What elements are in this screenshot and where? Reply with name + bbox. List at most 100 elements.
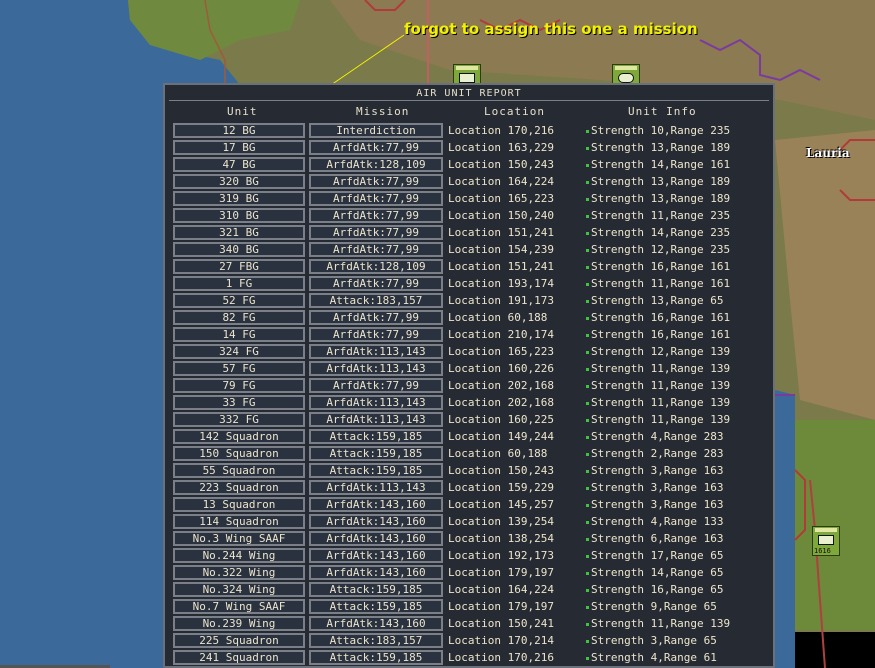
unit-button[interactable]: No.7 Wing SAAF bbox=[173, 599, 305, 614]
unit-button[interactable]: 47 BG bbox=[173, 157, 305, 172]
status-dot-icon bbox=[586, 571, 589, 575]
mission-button[interactable]: ArfdAtk:143,160 bbox=[309, 514, 443, 529]
status-dot-icon bbox=[586, 520, 589, 524]
mission-button[interactable]: ArfdAtk:113,143 bbox=[309, 395, 443, 410]
mission-button[interactable]: Attack:159,185 bbox=[309, 650, 443, 665]
mission-button[interactable]: ArfdAtk:77,99 bbox=[309, 191, 443, 206]
mission-button[interactable]: ArfdAtk:77,99 bbox=[309, 310, 443, 325]
unit-counter[interactable]: 1616 bbox=[812, 526, 840, 556]
unit-info-cell: Strength 11,Range 139 bbox=[586, 395, 766, 410]
mission-button[interactable]: ArfdAtk:113,143 bbox=[309, 361, 443, 376]
unit-button[interactable]: 324 FG bbox=[173, 344, 305, 359]
unit-button[interactable]: 150 Squadron bbox=[173, 446, 305, 461]
mission-button[interactable]: ArfdAtk:128,109 bbox=[309, 259, 443, 274]
mission-button[interactable]: ArfdAtk:143,160 bbox=[309, 565, 443, 580]
unit-button[interactable]: 332 FG bbox=[173, 412, 305, 427]
infantry-icon bbox=[818, 535, 834, 545]
mission-button[interactable]: ArfdAtk:77,99 bbox=[309, 208, 443, 223]
unit-info-cell: Strength 4,Range 283 bbox=[586, 429, 766, 444]
status-dot-icon bbox=[586, 163, 589, 167]
status-dot-icon bbox=[586, 282, 589, 286]
mission-button[interactable]: Attack:159,185 bbox=[309, 599, 443, 614]
unit-button[interactable]: 55 Squadron bbox=[173, 463, 305, 478]
location-cell: Location 149,244 bbox=[448, 430, 554, 443]
unit-button[interactable]: 225 Squadron bbox=[173, 633, 305, 648]
mission-button[interactable]: ArfdAtk:113,143 bbox=[309, 412, 443, 427]
unit-info-text: Strength 4,Range 133 bbox=[591, 515, 724, 528]
unit-button[interactable]: No.3 Wing SAAF bbox=[173, 531, 305, 546]
unit-button[interactable]: 319 BG bbox=[173, 191, 305, 206]
unit-button[interactable]: 52 FG bbox=[173, 293, 305, 308]
unit-button[interactable]: 241 Squadron bbox=[173, 650, 305, 665]
unit-button[interactable]: 17 BG bbox=[173, 140, 305, 155]
location-cell: Location 165,223 bbox=[448, 345, 554, 358]
table-row: 57 FG ArfdAtk:113,143 Location 160,226 Stre… bbox=[165, 361, 773, 377]
unit-button[interactable]: 14 FG bbox=[173, 327, 305, 342]
unit-button[interactable]: 13 Squadron bbox=[173, 497, 305, 512]
unit-button[interactable]: No.324 Wing bbox=[173, 582, 305, 597]
mission-button[interactable]: ArfdAtk:77,99 bbox=[309, 140, 443, 155]
location-cell: Location 139,254 bbox=[448, 515, 554, 528]
mission-button[interactable]: Attack:159,185 bbox=[309, 582, 443, 597]
table-row: 33 FG ArfdAtk:113,143 Location 202,168 Stre… bbox=[165, 395, 773, 411]
unit-info-text: Strength 16,Range 65 bbox=[591, 583, 724, 596]
location-cell: Location 170,216 bbox=[448, 651, 554, 664]
unit-button[interactable]: 321 BG bbox=[173, 225, 305, 240]
unit-info-cell: Strength 11,Range 161 bbox=[586, 276, 766, 291]
mission-button[interactable]: ArfdAtk:143,160 bbox=[309, 548, 443, 563]
mission-button[interactable]: ArfdAtk:77,99 bbox=[309, 242, 443, 257]
unit-info-cell: Strength 16,Range 161 bbox=[586, 327, 766, 342]
mission-button[interactable]: Attack:159,185 bbox=[309, 446, 443, 461]
status-dot-icon bbox=[586, 639, 589, 643]
mission-button[interactable]: Interdiction bbox=[309, 123, 443, 138]
unit-button[interactable]: 310 BG bbox=[173, 208, 305, 223]
unit-button[interactable]: 12 BG bbox=[173, 123, 305, 138]
mission-button[interactable]: ArfdAtk:77,99 bbox=[309, 225, 443, 240]
unit-info-text: Strength 3,Range 163 bbox=[591, 464, 724, 477]
mission-button[interactable]: ArfdAtk:113,143 bbox=[309, 480, 443, 495]
table-row: 17 BG ArfdAtk:77,99 Location 163,229 Streng… bbox=[165, 140, 773, 156]
unit-button[interactable]: No.244 Wing bbox=[173, 548, 305, 563]
mission-button[interactable]: ArfdAtk:77,99 bbox=[309, 174, 443, 189]
unit-button[interactable]: 223 Squadron bbox=[173, 480, 305, 495]
mission-button[interactable]: Attack:183,157 bbox=[309, 293, 443, 308]
table-row: 1 FG ArfdAtk:77,99 Location 193,174 Strengt… bbox=[165, 276, 773, 292]
unit-button[interactable]: No.239 Wing bbox=[173, 616, 305, 631]
unit-button[interactable]: 33 FG bbox=[173, 395, 305, 410]
unit-button[interactable]: No.322 Wing bbox=[173, 565, 305, 580]
mission-button[interactable]: ArfdAtk:77,99 bbox=[309, 327, 443, 342]
mission-button[interactable]: Attack:183,157 bbox=[309, 633, 443, 648]
unit-info-cell: Strength 10,Range 235 bbox=[586, 123, 766, 138]
unit-button[interactable]: 340 BG bbox=[173, 242, 305, 257]
table-row: No.3 Wing SAAF ArfdAtk:143,160 Location 13… bbox=[165, 531, 773, 547]
unit-button[interactable]: 82 FG bbox=[173, 310, 305, 325]
unit-info-cell: Strength 12,Range 139 bbox=[586, 344, 766, 359]
mission-button[interactable]: ArfdAtk:77,99 bbox=[309, 276, 443, 291]
mission-button[interactable]: ArfdAtk:77,99 bbox=[309, 378, 443, 393]
mission-button[interactable]: ArfdAtk:128,109 bbox=[309, 157, 443, 172]
status-dot-icon bbox=[586, 265, 589, 269]
unit-button[interactable]: 320 BG bbox=[173, 174, 305, 189]
location-cell: Location 202,168 bbox=[448, 396, 554, 409]
unit-button[interactable]: 114 Squadron bbox=[173, 514, 305, 529]
unit-info-cell: Strength 12,Range 235 bbox=[586, 242, 766, 257]
unit-button[interactable]: 142 Squadron bbox=[173, 429, 305, 444]
unit-info-text: Strength 13,Range 189 bbox=[591, 192, 731, 205]
mission-button[interactable]: Attack:159,185 bbox=[309, 429, 443, 444]
location-cell: Location 179,197 bbox=[448, 566, 554, 579]
unit-button[interactable]: 79 FG bbox=[173, 378, 305, 393]
unit-info-text: Strength 3,Range 65 bbox=[591, 634, 717, 647]
unit-button[interactable]: 57 FG bbox=[173, 361, 305, 376]
mission-button[interactable]: ArfdAtk:113,143 bbox=[309, 344, 443, 359]
mission-button[interactable]: ArfdAtk:143,160 bbox=[309, 531, 443, 546]
mission-button[interactable]: ArfdAtk:143,160 bbox=[309, 497, 443, 512]
unit-info-text: Strength 16,Range 161 bbox=[591, 260, 731, 273]
location-cell: Location 170,214 bbox=[448, 634, 554, 647]
unit-info-cell: Strength 11,Range 139 bbox=[586, 412, 766, 427]
mission-button[interactable]: Attack:159,185 bbox=[309, 463, 443, 478]
unit-button[interactable]: 1 FG bbox=[173, 276, 305, 291]
unit-button[interactable]: 27 FBG bbox=[173, 259, 305, 274]
status-dot-icon bbox=[586, 197, 589, 201]
unit-info-text: Strength 4,Range 61 bbox=[591, 651, 717, 664]
mission-button[interactable]: ArfdAtk:143,160 bbox=[309, 616, 443, 631]
